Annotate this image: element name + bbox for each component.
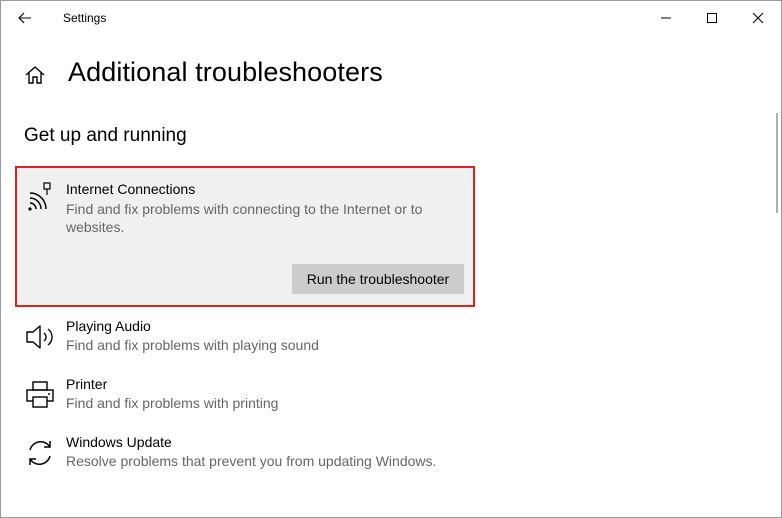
scrollbar[interactable] [776, 113, 778, 213]
back-arrow-icon [18, 12, 31, 24]
item-title: Printer [66, 376, 108, 392]
back-button[interactable] [9, 5, 41, 31]
section-title: Get up and running [24, 125, 187, 146]
item-title: Playing Audio [66, 318, 151, 334]
settings-window: Settings Additional troubleshooters Get … [0, 0, 782, 518]
printer-icon [24, 379, 56, 411]
minimize-icon [661, 17, 671, 19]
item-description: Find and fix problems with playing sound [66, 337, 319, 353]
home-icon [25, 66, 45, 84]
speaker-icon [24, 321, 56, 353]
item-description: Find and fix problems with printing [66, 395, 279, 411]
item-title: Internet Connections [66, 181, 196, 197]
troubleshooter-printer[interactable]: Printer Find and fix problems with print… [17, 375, 473, 415]
maximize-button[interactable] [689, 1, 735, 35]
title-bar: Settings [1, 1, 781, 35]
troubleshooter-playing-audio[interactable]: Playing Audio Find and fix problems with… [17, 317, 473, 357]
wifi-signal-icon [24, 181, 56, 213]
run-troubleshooter-button[interactable]: Run the troubleshooter [292, 264, 464, 294]
item-description: Find and fix problems with connecting to… [66, 201, 423, 235]
home-button[interactable] [23, 63, 47, 87]
app-title: Settings [63, 11, 107, 25]
item-description: Resolve problems that prevent you from u… [66, 453, 437, 469]
item-title: Windows Update [66, 434, 172, 450]
minimize-button[interactable] [643, 1, 689, 35]
troubleshooter-internet-connections[interactable]: Internet Connections Find and fix proble… [15, 166, 475, 307]
close-icon [752, 12, 764, 24]
close-button[interactable] [735, 1, 781, 35]
troubleshooter-windows-update[interactable]: Windows Update Resolve problems that pre… [17, 433, 473, 473]
sync-icon [24, 437, 56, 469]
maximize-icon [707, 13, 717, 23]
page-title: Additional troubleshooters [68, 57, 383, 87]
